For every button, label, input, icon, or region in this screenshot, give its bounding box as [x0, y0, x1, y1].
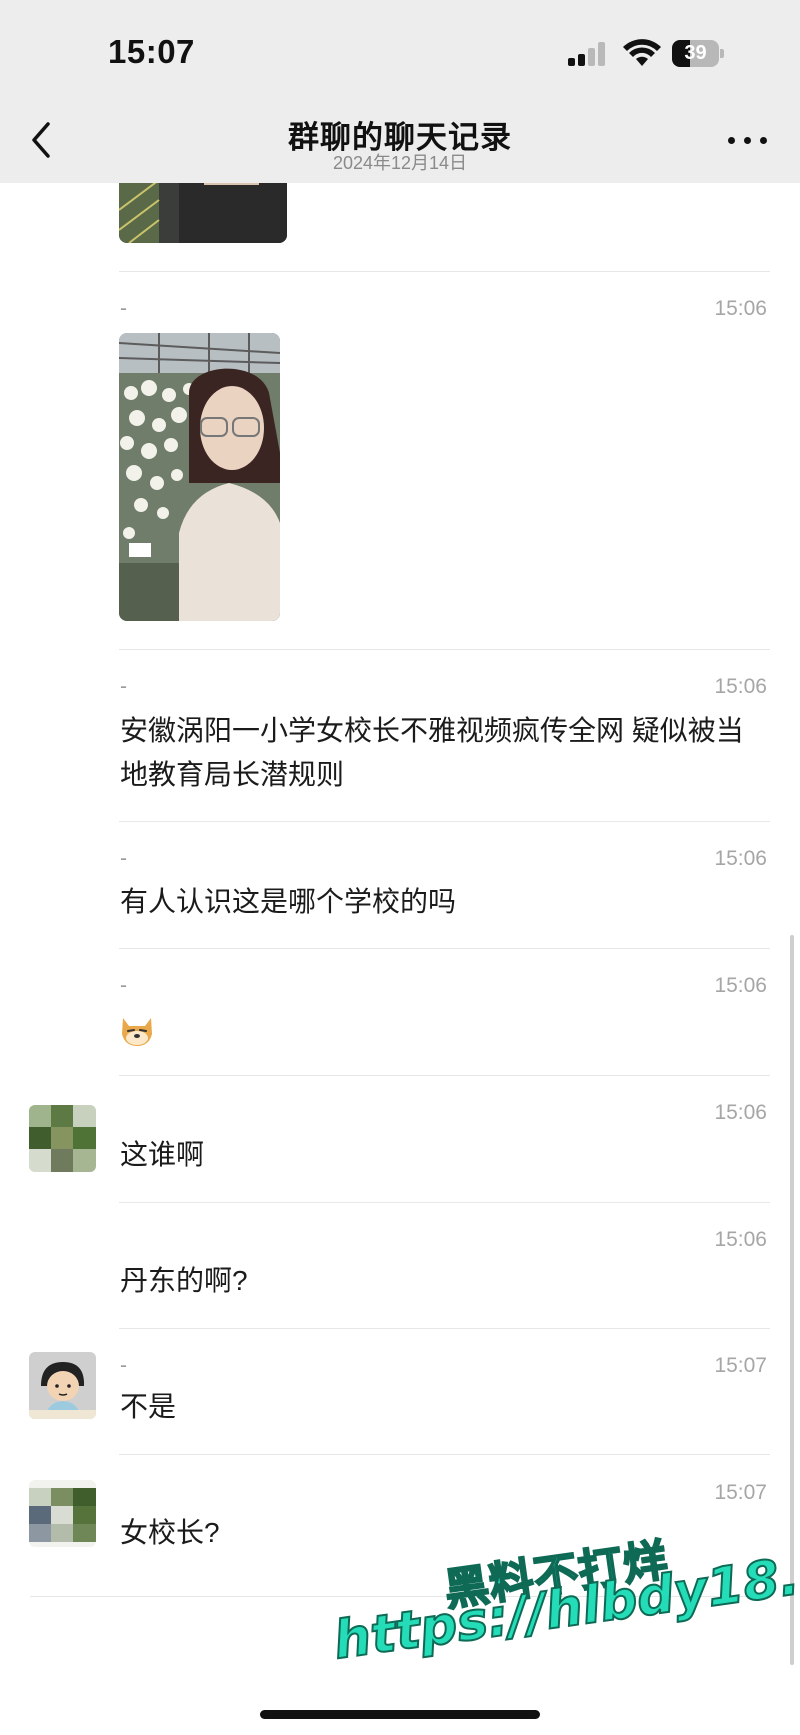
chat-history-screen: 15:07 39 群聊的聊天记录 2024年12月14日 - 15:06 - 1…: [0, 0, 800, 1735]
message-time: 15:06: [714, 847, 767, 870]
message-text[interactable]: 丹东的啊?: [120, 1259, 770, 1303]
status-time: 15:07: [108, 33, 195, 70]
message-time: 15:06: [714, 675, 767, 698]
top-bar: 15:07 39 群聊的聊天记录 2024年12月14日: [0, 0, 800, 183]
message-sender-blurred: [120, 1226, 250, 1246]
message-sender: -: [120, 297, 127, 320]
message-text[interactable]: 这谁啊: [120, 1133, 770, 1177]
message-text[interactable]: 安徽涡阳一小学女校长不雅视频疯传全网 疑似被当地教育局长潜规则: [120, 709, 770, 797]
message-sender: -: [120, 675, 127, 698]
battery-percent: 39: [684, 42, 707, 64]
message-text[interactable]: 女校长?: [120, 1511, 770, 1555]
avatar[interactable]: [29, 1105, 96, 1172]
doge-emoji-icon[interactable]: [119, 1012, 155, 1048]
message-sender-blurred: [120, 1104, 250, 1124]
message-sender: -: [120, 974, 127, 997]
cellular-signal-icon: [568, 42, 608, 66]
home-indicator: [260, 1710, 540, 1719]
message-sender: -: [120, 1354, 127, 1377]
avatar[interactable]: [29, 1352, 96, 1419]
message-time: 15:07: [714, 1481, 767, 1504]
message-text[interactable]: 不是: [120, 1385, 770, 1429]
battery-icon: 39: [672, 40, 724, 67]
message-time: 15:06: [714, 974, 767, 997]
message-sender-blurred: [120, 1484, 250, 1504]
message-time: 15:07: [714, 1354, 767, 1377]
page-subtitle-date: 2024年12月14日: [332, 153, 468, 173]
avatar[interactable]: [29, 1480, 96, 1547]
message-text[interactable]: 有人认识这是哪个学校的吗: [120, 880, 770, 924]
message-image[interactable]: [119, 333, 280, 621]
more-dots-icon[interactable]: [726, 128, 770, 152]
wifi-icon: [623, 39, 661, 66]
message-time: 15:06: [714, 1101, 767, 1124]
message-time: 15:06: [714, 297, 767, 320]
message-sender: -: [120, 847, 127, 870]
message-time: 15:06: [714, 1228, 767, 1251]
